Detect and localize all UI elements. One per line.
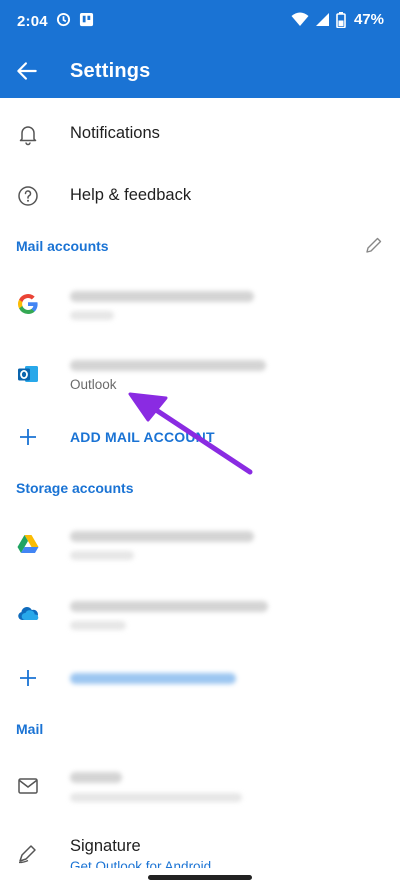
app-notification-icon xyxy=(79,12,94,27)
add-storage-label-redacted xyxy=(70,673,236,684)
top-bar: 2:04 47% Settings xyxy=(0,0,400,98)
drive-address-redacted xyxy=(70,531,254,542)
help-feedback-label: Help & feedback xyxy=(70,186,192,204)
notifications-item[interactable]: Notifications xyxy=(0,108,400,160)
mail-accounts-header: Mail accounts xyxy=(16,238,109,254)
mail-header: Mail xyxy=(16,721,44,737)
default-label-redacted xyxy=(70,772,122,783)
bell-icon xyxy=(19,126,37,146)
signature-label: Signature xyxy=(70,837,141,855)
back-arrow-icon[interactable] xyxy=(14,58,40,84)
outlook-account-type: Outlook xyxy=(70,377,117,392)
home-indicator[interactable] xyxy=(148,875,252,880)
storage-accounts-header: Storage accounts xyxy=(16,480,134,496)
google-drive-icon xyxy=(17,535,39,553)
google-icon xyxy=(18,294,38,314)
add-storage-account-button[interactable] xyxy=(0,654,400,702)
edit-pencil-icon[interactable] xyxy=(364,235,384,255)
wifi-icon xyxy=(291,12,309,26)
help-feedback-item[interactable]: Help & feedback xyxy=(0,170,400,222)
onedrive-address-redacted xyxy=(70,601,268,612)
plus-icon xyxy=(20,429,36,445)
plus-icon xyxy=(20,670,36,686)
annotation-arrow xyxy=(128,392,253,475)
gmail-address-redacted xyxy=(70,291,254,302)
default-address-redacted xyxy=(70,793,242,802)
cell-signal-icon xyxy=(315,13,329,26)
mail-icon xyxy=(18,778,38,794)
mail-default-item[interactable] xyxy=(0,760,400,812)
sync-status-icon xyxy=(56,12,71,27)
gmail-account-item[interactable] xyxy=(0,278,400,330)
signature-pen-icon xyxy=(18,845,36,864)
signature-value: Get Outlook for Android xyxy=(70,859,212,868)
help-icon xyxy=(18,186,38,206)
outlook-icon xyxy=(18,366,38,382)
signature-item[interactable]: Signature Get Outlook for Android xyxy=(0,824,400,876)
battery-icon xyxy=(336,11,346,28)
google-drive-account-item[interactable] xyxy=(0,518,400,570)
status-time: 2:04 xyxy=(17,13,48,30)
notifications-label: Notifications xyxy=(70,124,160,142)
drive-type-redacted xyxy=(70,551,134,560)
battery-percentage: 47% xyxy=(353,11,384,28)
page-title: Settings xyxy=(70,60,151,82)
gmail-type-redacted xyxy=(70,311,114,320)
onedrive-type-redacted xyxy=(70,621,126,630)
onedrive-account-item[interactable] xyxy=(0,588,400,640)
onedrive-icon xyxy=(18,606,39,620)
app-bar: Settings xyxy=(0,44,400,98)
status-bar: 2:04 47% xyxy=(0,0,400,44)
outlook-address-redacted xyxy=(70,360,266,371)
